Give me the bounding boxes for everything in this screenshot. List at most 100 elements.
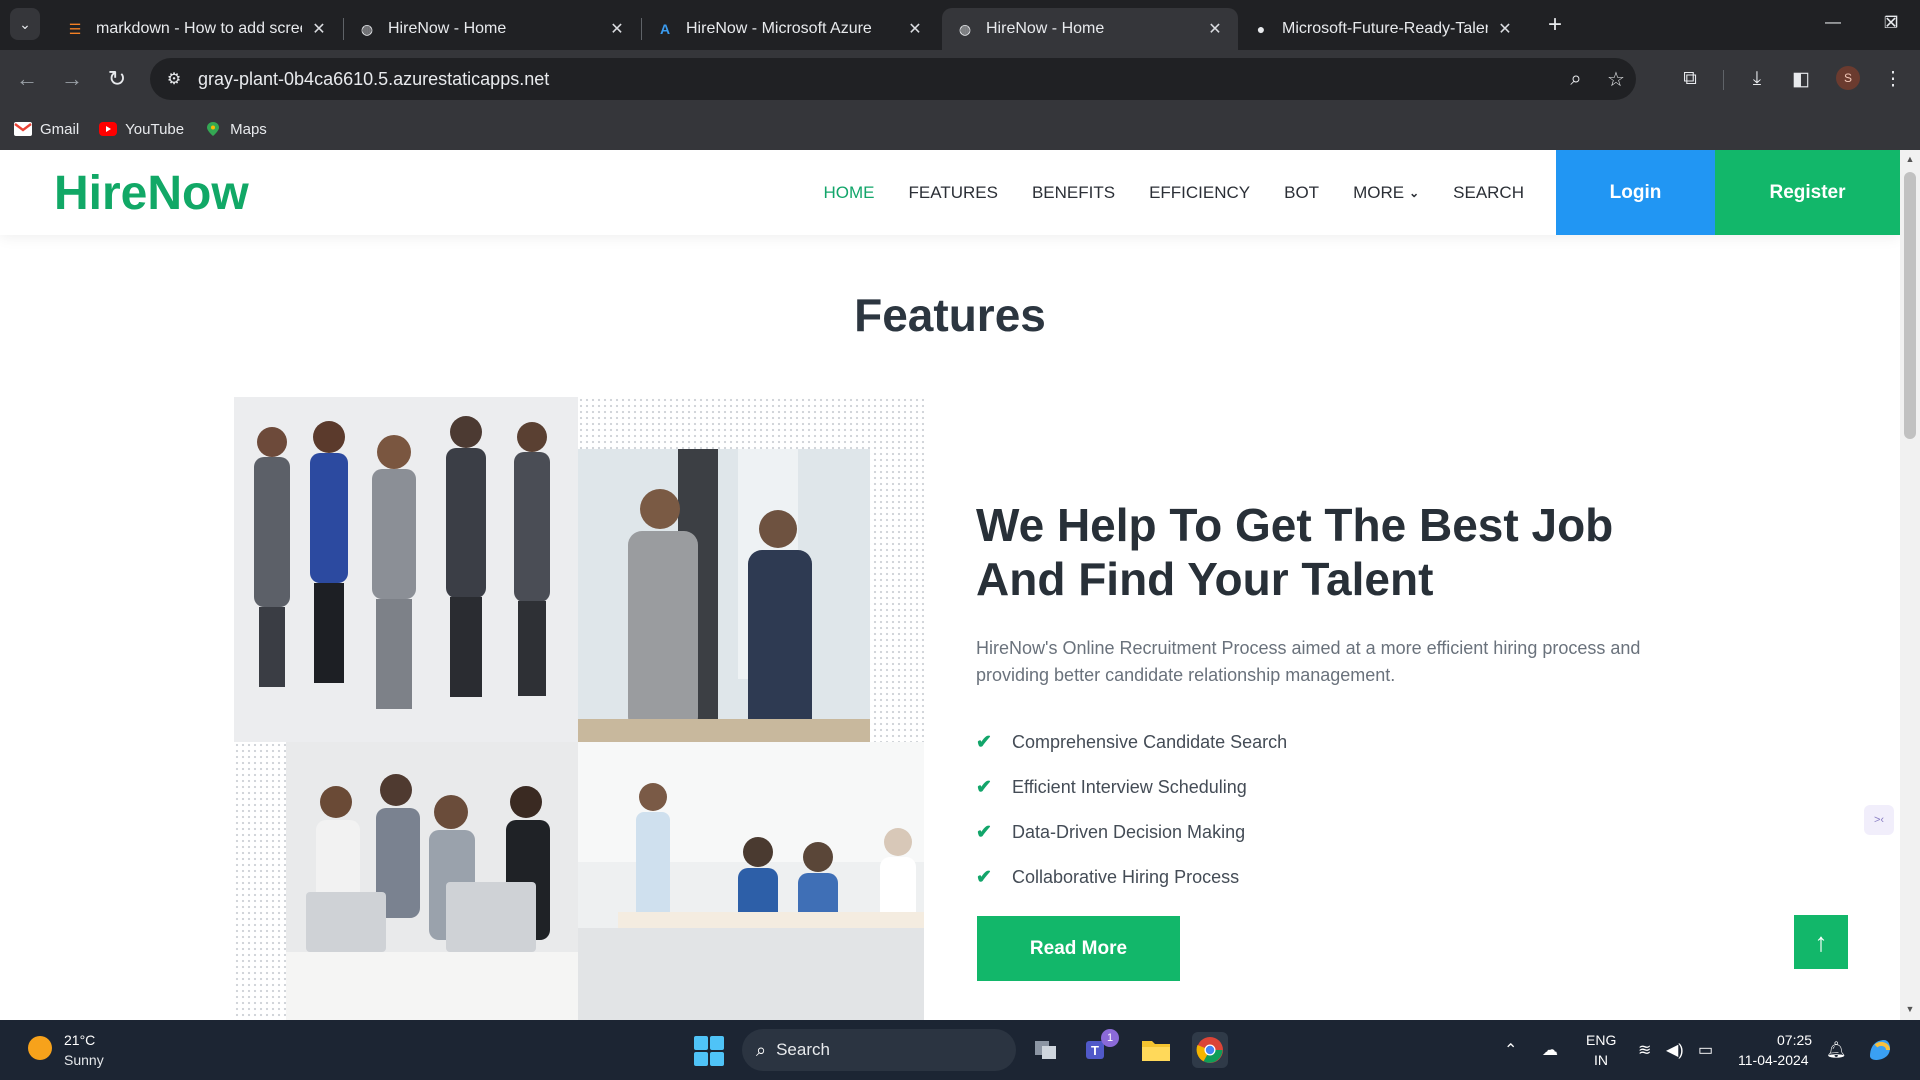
file-explorer-icon[interactable] <box>1138 1032 1174 1068</box>
windows-taskbar: 21°C Sunny ⌕ Search T 1 ⌃ ☁ ENG IN ≋ ◀) … <box>0 1020 1920 1080</box>
close-tab-icon[interactable]: ✕ <box>906 19 924 39</box>
scroll-down-arrow-icon[interactable]: ▼ <box>1904 1004 1916 1014</box>
site-settings-icon[interactable]: ⚙ <box>158 63 190 95</box>
browser-toolbar: ← → ↻ ⚙ gray-plant-0b4ca6610.5.azurestat… <box>0 50 1920 108</box>
globe-icon: ◍ <box>360 20 374 37</box>
stackoverflow-icon: ☰ <box>68 20 82 37</box>
volume-icon[interactable]: ◀) <box>1666 1040 1684 1060</box>
check-icon: ✔ <box>976 777 992 798</box>
extensions-icon[interactable]: ⧉ <box>1673 62 1707 96</box>
close-tab-icon[interactable]: ✕ <box>608 19 626 39</box>
office-meeting-photo <box>578 742 924 1020</box>
scrollbar-thumb[interactable] <box>1904 172 1916 439</box>
new-tab-button[interactable]: + <box>1540 10 1570 40</box>
nav-bot[interactable]: BOT <box>1284 183 1319 203</box>
nav-benefits[interactable]: BENEFITS <box>1032 183 1115 203</box>
tab-title: markdown - How to add screen <box>96 20 302 37</box>
menu-kebab-icon[interactable]: ⋮ <box>1876 62 1910 96</box>
bookmark-maps[interactable]: Maps <box>204 121 267 138</box>
youtube-icon <box>99 122 118 136</box>
zoom-icon[interactable]: ⌕ <box>1556 68 1596 91</box>
reload-icon[interactable]: ↻ <box>100 62 134 96</box>
tab-search-chevron-icon[interactable]: ⌄ <box>10 8 40 40</box>
region-indicator[interactable]: IN <box>1594 1052 1608 1068</box>
list-item: ✔ Collaborative Hiring Process <box>976 855 1287 900</box>
close-tab-icon[interactable]: ✕ <box>310 19 328 39</box>
back-arrow-icon[interactable]: ← <box>10 62 44 96</box>
bookmarks-bar: Gmail YouTube Maps <box>0 108 1920 150</box>
chrome-glyph <box>1196 1037 1223 1063</box>
tab-hirenow-azure[interactable]: A HireNow - Microsoft Azure ✕ <box>642 8 938 50</box>
nav-search[interactable]: SEARCH <box>1453 183 1524 203</box>
login-button[interactable]: Login <box>1556 150 1715 235</box>
list-item: ✔ Comprehensive Candidate Search <box>976 720 1287 765</box>
register-button[interactable]: Register <box>1715 150 1900 235</box>
github-icon: ● <box>1256 21 1266 37</box>
sun-icon[interactable] <box>28 1036 52 1060</box>
nav-features[interactable]: FEATURES <box>909 183 998 203</box>
extension-widget-icon[interactable]: >‹ <box>1864 805 1894 835</box>
url-text[interactable]: gray-plant-0b4ca6610.5.azurestaticapps.n… <box>198 69 1556 90</box>
taskbar-search[interactable]: ⌕ Search <box>742 1029 1016 1071</box>
office-celebration-illustration <box>286 742 578 1020</box>
download-icon[interactable]: ⤓ <box>1740 62 1774 96</box>
clock-time[interactable]: 07:25 <box>1777 1032 1812 1048</box>
tab-hirenow-home[interactable]: ◍ HireNow - Home ✕ <box>344 8 640 50</box>
folder-glyph <box>1142 1041 1170 1061</box>
back-to-top-arrow-icon[interactable]: ↑ <box>1794 915 1848 969</box>
site-logo[interactable]: HireNow <box>54 166 249 221</box>
windows-start-icon[interactable] <box>694 1036 724 1066</box>
wifi-icon[interactable]: ≋ <box>1638 1040 1651 1060</box>
bookmark-gmail[interactable]: Gmail <box>14 121 79 138</box>
team-group-photo <box>234 397 578 742</box>
bookmark-star-icon[interactable]: ☆ <box>1596 67 1636 92</box>
tab-title: Microsoft-Future-Ready-Talent- <box>1282 20 1488 37</box>
check-icon: ✔ <box>976 822 992 843</box>
profile-avatar[interactable]: S <box>1836 66 1860 90</box>
chrome-icon[interactable] <box>1192 1032 1228 1068</box>
notification-bell-icon[interactable]: 🔔︎ <box>1826 1040 1846 1060</box>
tab-hirenow-home-active[interactable]: ◍ HireNow - Home ✕ <box>942 8 1238 50</box>
windows-logo-pane <box>710 1036 724 1050</box>
bookmark-label: YouTube <box>125 120 185 138</box>
weather-temperature[interactable]: 21°C <box>64 1032 95 1048</box>
task-view-icon[interactable] <box>1028 1032 1064 1068</box>
tab-title: HireNow - Home <box>986 20 1105 37</box>
side-panel-icon[interactable]: ◧ <box>1784 62 1818 96</box>
tab-markdown[interactable]: ☰ markdown - How to add screen ✕ <box>52 8 342 50</box>
close-tab-icon[interactable]: ✕ <box>1206 19 1224 39</box>
nav-home[interactable]: HOME <box>824 183 875 203</box>
search-icon: ⌕ <box>756 1039 767 1060</box>
address-bar[interactable]: ⚙ gray-plant-0b4ca6610.5.azurestaticapps… <box>150 58 1636 100</box>
team-group-illustration <box>234 397 578 742</box>
windows-logo-pane <box>694 1036 708 1050</box>
nav-efficiency[interactable]: EFFICIENCY <box>1149 183 1250 203</box>
site-header: HireNow HOME FEATURES BENEFITS EFFICIENC… <box>0 150 1900 235</box>
nav-more[interactable]: MORE ⌄ <box>1353 183 1419 203</box>
read-more-button[interactable]: Read More <box>977 916 1180 981</box>
language-indicator[interactable]: ENG <box>1586 1032 1616 1048</box>
teams-notification-badge: 1 <box>1101 1029 1119 1047</box>
tab-title: HireNow - Microsoft Azure <box>686 20 872 37</box>
globe-icon: ◍ <box>958 20 972 37</box>
onedrive-cloud-icon[interactable]: ☁ <box>1542 1040 1558 1060</box>
conference-room-illustration <box>578 742 924 1020</box>
tab-github[interactable]: ● Microsoft-Future-Ready-Talent- ✕ <box>1238 8 1528 50</box>
celebrating-team-photo <box>286 742 578 1020</box>
battery-icon[interactable]: ▭ <box>1698 1040 1713 1060</box>
forward-arrow-icon[interactable]: → <box>55 62 89 96</box>
close-tab-icon[interactable]: ✕ <box>1496 19 1514 39</box>
scroll-up-arrow-icon[interactable]: ▲ <box>1904 154 1916 164</box>
close-window-icon[interactable]: ✕ <box>1862 0 1920 46</box>
weather-condition[interactable]: Sunny <box>64 1052 104 1068</box>
windows-logo-pane <box>710 1052 724 1066</box>
check-icon: ✔ <box>976 867 992 888</box>
maps-icon <box>207 122 220 136</box>
feature-item-text: Data-Driven Decision Making <box>1012 822 1246 842</box>
copilot-icon[interactable] <box>1862 1032 1898 1068</box>
show-hidden-icons-chevron-icon[interactable]: ⌃ <box>1504 1040 1517 1060</box>
clock-date[interactable]: 11-04-2024 <box>1738 1052 1809 1068</box>
bookmark-youtube[interactable]: YouTube <box>99 121 184 138</box>
page-scrollbar[interactable]: ▲ ▼ <box>1900 150 1920 1020</box>
minimize-window-icon[interactable]: — <box>1804 0 1862 46</box>
